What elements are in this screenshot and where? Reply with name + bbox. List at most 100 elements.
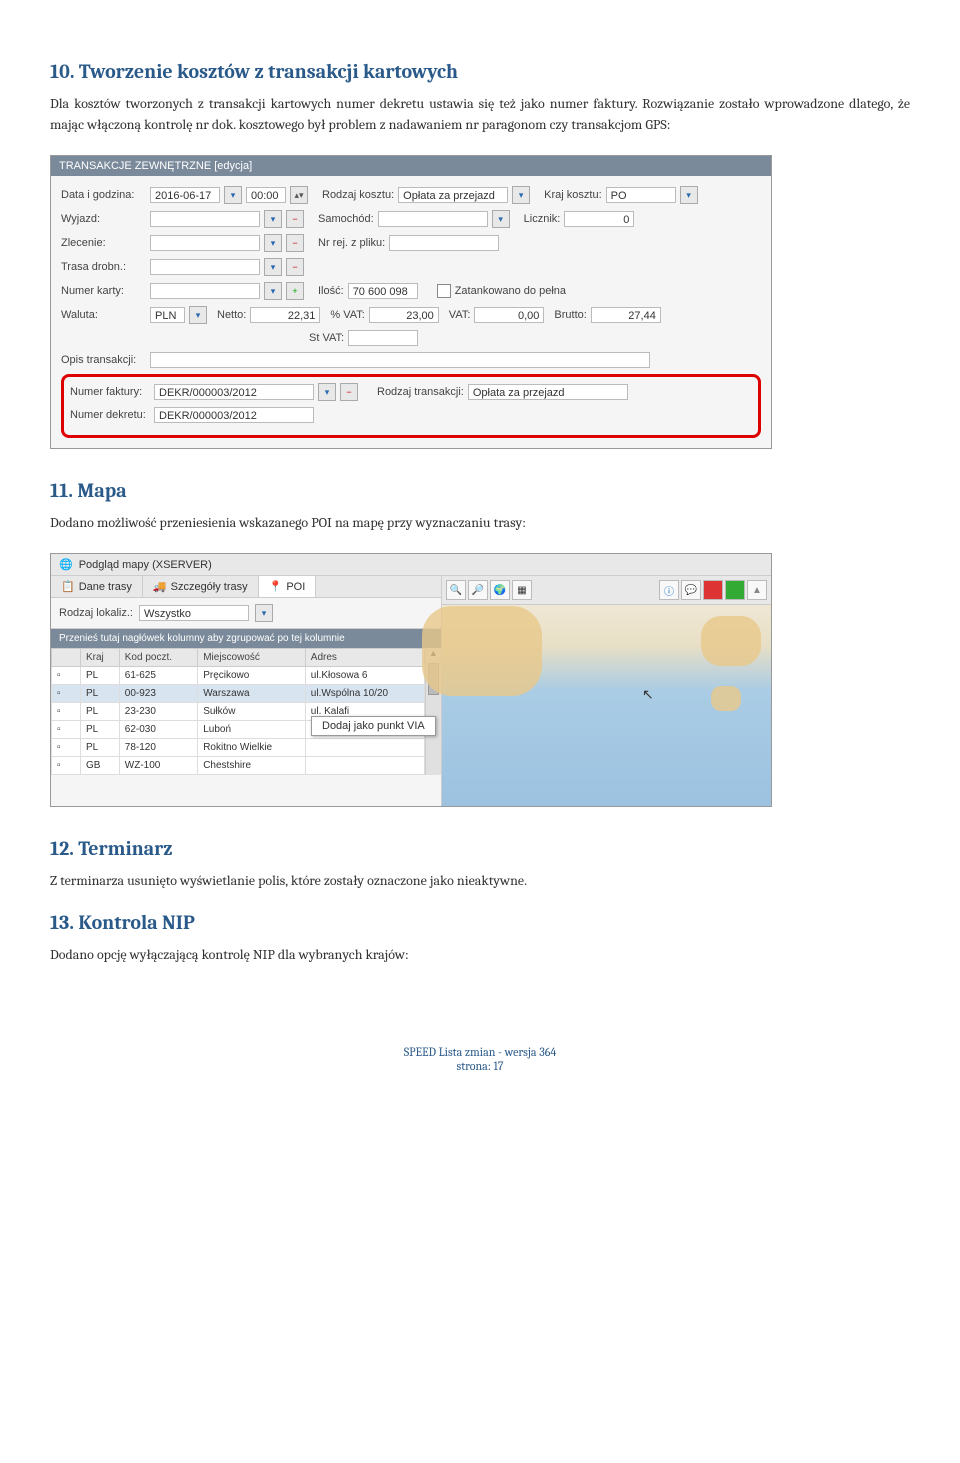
- numer-faktury-field[interactable]: DEKR/000003/2012: [154, 384, 314, 400]
- flag-red-icon[interactable]: [703, 580, 723, 600]
- row-icon: ▫: [52, 721, 81, 739]
- label-netto: Netto:: [217, 309, 246, 321]
- label-ilosc: Ilość:: [318, 285, 344, 297]
- triangle-icon[interactable]: ▲: [747, 580, 767, 600]
- label-trasa: Trasa drobn.:: [61, 261, 146, 273]
- dropdown-icon[interactable]: ▾: [255, 604, 273, 622]
- label-numer-dekretu: Numer dekretu:: [70, 409, 150, 421]
- dropdown-icon[interactable]: ▾: [264, 210, 282, 228]
- rodzaj-lokaliz-field[interactable]: Wszystko: [139, 605, 249, 621]
- heading-s11: 11. Mapa: [50, 479, 910, 502]
- trasa-field[interactable]: [150, 259, 260, 275]
- flag-green-icon[interactable]: [725, 580, 745, 600]
- wyjazd-field[interactable]: [150, 211, 260, 227]
- map-canvas[interactable]: 🔍 🔎 🌍 ▦ ⓘ 💬 ▲ ↖: [442, 576, 771, 806]
- paragraph-s11: Dodano możliwość przeniesienia wskazaneg…: [50, 512, 910, 533]
- label-rodzaj-transakcji: Rodzaj transakcji:: [377, 386, 464, 398]
- waluta-field[interactable]: PLN: [150, 307, 185, 323]
- label-kraj-kosztu: Kraj kosztu:: [544, 189, 601, 201]
- remove-icon[interactable]: −: [340, 383, 358, 401]
- dropdown-icon[interactable]: ▾: [492, 210, 510, 228]
- label-vat: VAT:: [449, 309, 471, 321]
- numer-dekretu-field[interactable]: DEKR/000003/2012: [154, 407, 314, 423]
- label-pvat: % VAT:: [330, 309, 364, 321]
- label-licznik: Licznik:: [524, 213, 561, 225]
- time-stepper-icon[interactable]: ▴▾: [290, 186, 308, 204]
- transactions-form: TRANSAKCJE ZEWNĘTRZNE [edycja] Data i go…: [50, 155, 772, 449]
- tab-poi[interactable]: 📍 POI: [259, 576, 317, 597]
- tab-dane-trasy[interactable]: 📋 Dane trasy: [51, 576, 143, 597]
- brutto-field[interactable]: 27,44: [591, 307, 661, 323]
- info-icon[interactable]: ⓘ: [659, 580, 679, 600]
- group-by-bar[interactable]: Przenieś tutaj nagłówek kolumny aby zgru…: [51, 629, 441, 648]
- label-brutto: Brutto:: [554, 309, 586, 321]
- samochod-field[interactable]: [378, 211, 488, 227]
- dropdown-icon[interactable]: ▾: [318, 383, 336, 401]
- remove-icon[interactable]: −: [286, 234, 304, 252]
- licznik-field[interactable]: 0: [564, 211, 634, 227]
- rodzaj-transakcji-field[interactable]: Opłata za przejazd: [468, 384, 628, 400]
- zoom-icon[interactable]: 🔎: [468, 580, 488, 600]
- speech-icon[interactable]: 💬: [681, 580, 701, 600]
- numer-karty-field[interactable]: [150, 283, 260, 299]
- heading-s12: 12. Terminarz: [50, 837, 910, 860]
- dropdown-icon[interactable]: ▾: [189, 306, 207, 324]
- time-field[interactable]: 00:00: [246, 187, 286, 203]
- table-row[interactable]: ▫ PL 61-625 Pręcikowo ul.Kłosowa 6: [52, 667, 425, 685]
- rodzaj-kosztu-field[interactable]: Opłata za przejazd: [398, 187, 508, 203]
- globe-icon[interactable]: 🌍: [490, 580, 510, 600]
- kraj-kosztu-field[interactable]: PO: [606, 187, 676, 203]
- label-opis: Opis transakcji:: [61, 354, 146, 366]
- label-wyjazd: Wyjazd:: [61, 213, 146, 225]
- label-rodzaj-kosztu: Rodzaj kosztu:: [322, 189, 394, 201]
- paragraph-s10: Dla kosztów tworzonych z transakcji kart…: [50, 93, 910, 135]
- map-window-title: Podgląd mapy (XSERVER): [79, 559, 212, 571]
- row-icon: ▫: [52, 739, 81, 757]
- label-date: Data i godzina:: [61, 189, 146, 201]
- date-field[interactable]: 2016-06-17: [150, 187, 220, 203]
- label-nrrej: Nr rej. z pliku:: [318, 237, 385, 249]
- dropdown-icon[interactable]: ▾: [512, 186, 530, 204]
- label-rodzaj-lokaliz: Rodzaj lokaliz.:: [59, 607, 133, 619]
- tab-szczegoly-trasy[interactable]: 🚚 Szczegóły trasy: [143, 576, 259, 597]
- zlecenie-field[interactable]: [150, 235, 260, 251]
- table-row[interactable]: ▫ GB WZ-100 Chestshire: [52, 757, 425, 775]
- nrrej-field[interactable]: [389, 235, 499, 251]
- col-kraj[interactable]: Kraj: [81, 649, 120, 667]
- remove-icon[interactable]: −: [286, 210, 304, 228]
- cursor-icon: ↖: [642, 686, 654, 703]
- layers-icon[interactable]: ▦: [512, 580, 532, 600]
- dropdown-icon[interactable]: ▾: [264, 234, 282, 252]
- col-adres[interactable]: Adres: [305, 649, 424, 667]
- context-menu-item[interactable]: Dodaj jako punkt VIA: [311, 716, 436, 736]
- netto-field[interactable]: 22,31: [250, 307, 320, 323]
- date-picker-icon[interactable]: ▾: [224, 186, 242, 204]
- poi-table: Kraj Kod poczt. Miejscowość Adres ▫ PL 6…: [51, 648, 425, 775]
- search-icon[interactable]: 🔍: [446, 580, 466, 600]
- vat-field[interactable]: 0,00: [474, 307, 544, 323]
- opis-field[interactable]: [150, 352, 650, 368]
- paragraph-s13: Dodano opcję wyłączającą kontrolę NIP dl…: [50, 944, 910, 965]
- col-kod[interactable]: Kod poczt.: [119, 649, 197, 667]
- map-preview-window: 🌐 Podgląd mapy (XSERVER) 📋 Dane trasy 🚚 …: [50, 553, 772, 807]
- dropdown-icon[interactable]: ▾: [680, 186, 698, 204]
- table-row[interactable]: ▫ PL 00-923 Warszawa ul.Wspólna 10/20: [52, 685, 425, 703]
- label-waluta: Waluta:: [61, 309, 146, 321]
- dropdown-icon[interactable]: ▾: [264, 258, 282, 276]
- add-icon[interactable]: +: [286, 282, 304, 300]
- zatankowano-checkbox[interactable]: [437, 284, 451, 298]
- stvat-field[interactable]: [348, 330, 418, 346]
- ilosc-field[interactable]: 70 600 098: [348, 283, 418, 299]
- label-stvat: St VAT:: [309, 332, 344, 344]
- label-zlecenie: Zlecenie:: [61, 237, 146, 249]
- heading-s13: 13. Kontrola NIP: [50, 911, 910, 934]
- dropdown-icon[interactable]: ▾: [264, 282, 282, 300]
- row-icon: ▫: [52, 667, 81, 685]
- truck-icon: 🚚: [153, 580, 167, 593]
- col-miejsc[interactable]: Miejscowość: [198, 649, 306, 667]
- table-row[interactable]: ▫ PL 78-120 Rokitno Wielkie: [52, 739, 425, 757]
- pvat-field[interactable]: 23,00: [369, 307, 439, 323]
- paragraph-s12: Z terminarza usunięto wyświetlanie polis…: [50, 870, 910, 891]
- label-zatankowano: Zatankowano do pełna: [455, 285, 566, 297]
- remove-icon[interactable]: −: [286, 258, 304, 276]
